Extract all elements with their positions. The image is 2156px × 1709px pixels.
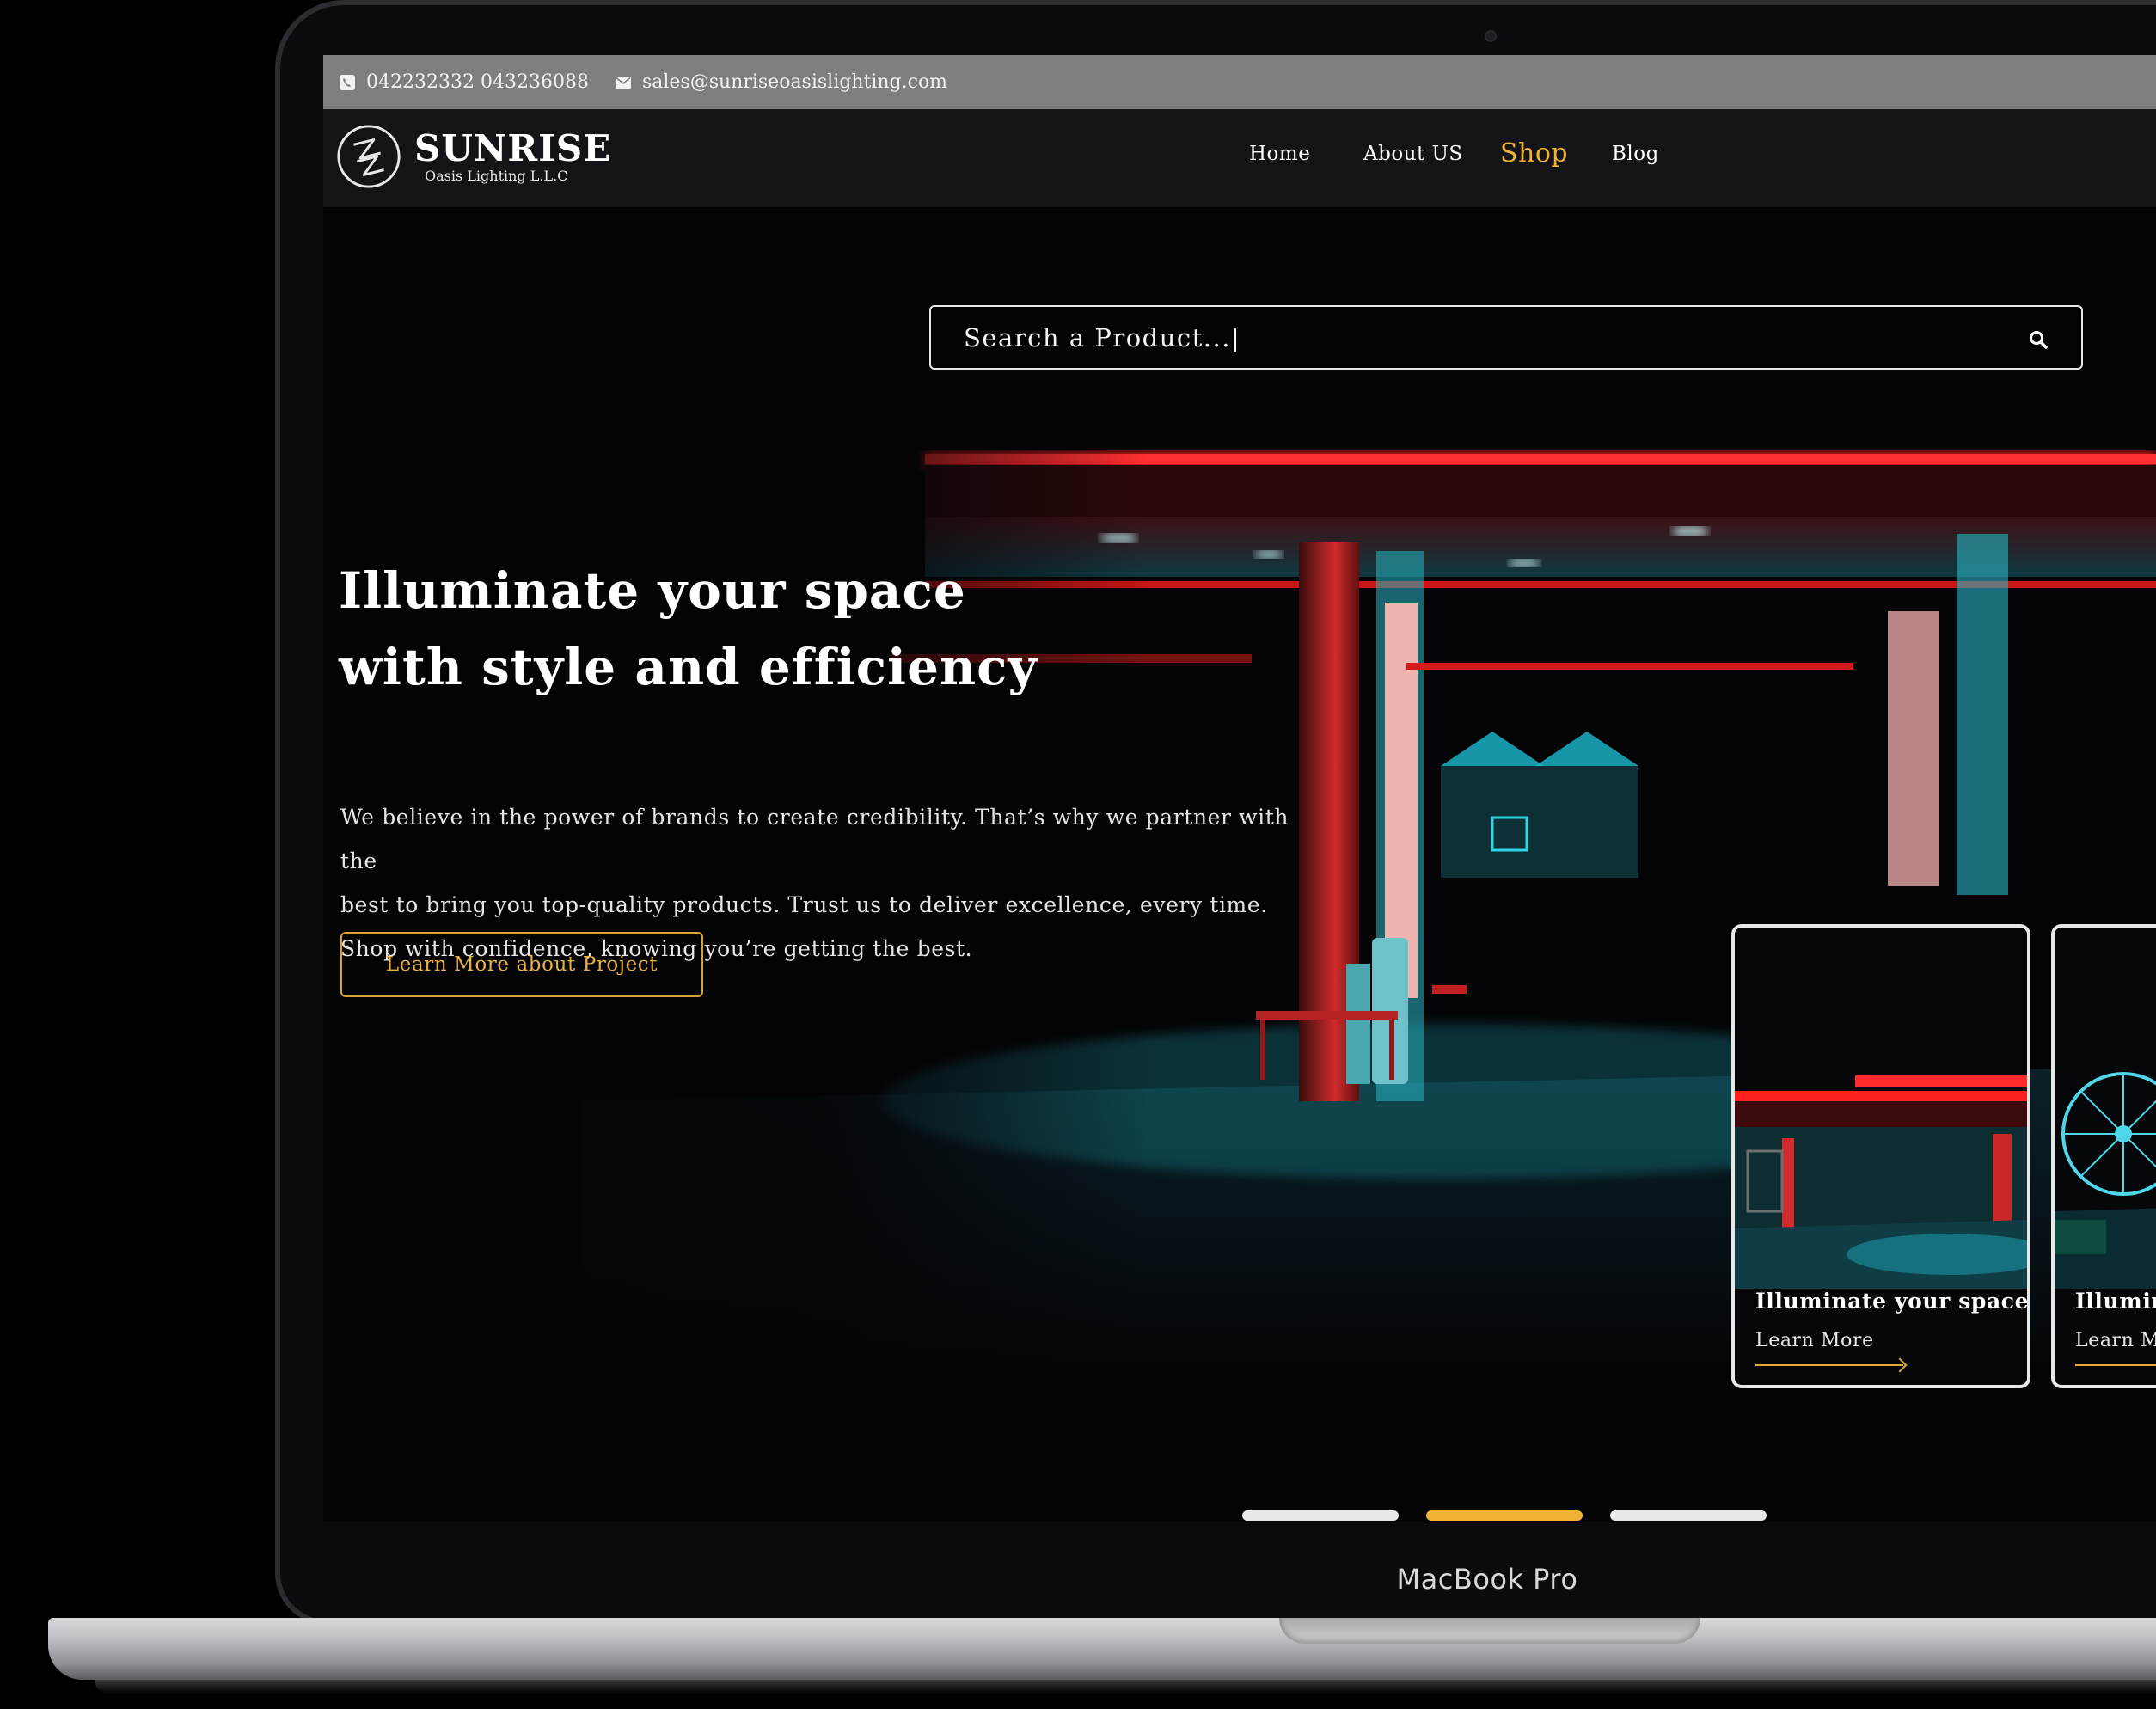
- card-learn-more-link[interactable]: Learn More: [2075, 1330, 2156, 1351]
- project-card-1[interactable]: Illuminate your space Learn More: [1731, 924, 2030, 1388]
- laptop-lid-notch: [1279, 1618, 1700, 1644]
- webcam: [1485, 30, 1497, 42]
- device-label: MacBook Pro: [1396, 1563, 1578, 1596]
- card-image-gas-station: [1735, 928, 2027, 1289]
- description-line-1: We believe in the power of brands to cre…: [340, 805, 1289, 873]
- hero-headline: Illuminate your space with style and eff…: [339, 553, 1112, 706]
- description-line-2: best to bring you top-quality products. …: [340, 892, 1268, 917]
- card-image-ferris-wheel: [2055, 928, 2156, 1289]
- nav-blog[interactable]: Blog: [1612, 143, 1659, 165]
- learn-more-project-button[interactable]: Learn More about Project: [340, 932, 703, 997]
- hero-section: Illuminate your space with style and eff…: [323, 207, 2156, 1522]
- search-input[interactable]: [964, 322, 1995, 352]
- brand-subtitle: Oasis Lighting L.L.C: [425, 167, 568, 184]
- contact-email[interactable]: sales@sunriseoasislighting.com: [615, 71, 947, 93]
- carousel-dot-1[interactable]: [1242, 1510, 1399, 1521]
- browser-screen: 042232332 043236088 sales@sunriseoasisli…: [323, 55, 2156, 1522]
- phone-icon: [340, 74, 355, 90]
- headline-line-1: Illuminate your space: [339, 561, 966, 620]
- contact-bar: 042232332 043236088 sales@sunriseoasisli…: [323, 55, 2156, 109]
- site-header: SUNRISE Oasis Lighting L.L.C Home About …: [323, 109, 2156, 207]
- sunrise-logo-icon: [337, 125, 401, 188]
- card-learn-more-link[interactable]: Learn More: [1755, 1330, 1874, 1351]
- nav-home[interactable]: Home: [1249, 143, 1310, 165]
- laptop-base-shadow: [95, 1680, 2156, 1694]
- card-arrow-underline: [2075, 1364, 2156, 1366]
- site-logo[interactable]: SUNRISE Oasis Lighting L.L.C: [335, 123, 611, 190]
- search-icon[interactable]: [2028, 329, 2049, 350]
- phone-numbers: 042232332 043236088: [366, 71, 589, 93]
- carousel-dot-2[interactable]: [1426, 1510, 1583, 1521]
- email-address: sales@sunriseoasislighting.com: [641, 71, 948, 93]
- carousel-dot-3[interactable]: [1610, 1510, 1767, 1521]
- contact-phone[interactable]: 042232332 043236088: [339, 71, 589, 93]
- laptop-base: [48, 1618, 2156, 1680]
- card-title: Illuminate your space: [2075, 1289, 2156, 1314]
- headline-line-2: with style and efficiency: [339, 638, 1038, 696]
- card-title: Illuminate your space: [1755, 1289, 2030, 1314]
- product-search: [929, 305, 2083, 370]
- card-arrow-underline: [1755, 1364, 1903, 1366]
- nav-shop[interactable]: Shop: [1500, 138, 1568, 168]
- envelope-icon: [615, 76, 631, 89]
- project-card-2[interactable]: Illuminate your space Learn More: [2051, 924, 2156, 1388]
- nav-about-us[interactable]: About US: [1363, 143, 1463, 165]
- brand-name: SUNRISE: [414, 126, 612, 169]
- carousel-indicators: [1242, 1510, 1767, 1521]
